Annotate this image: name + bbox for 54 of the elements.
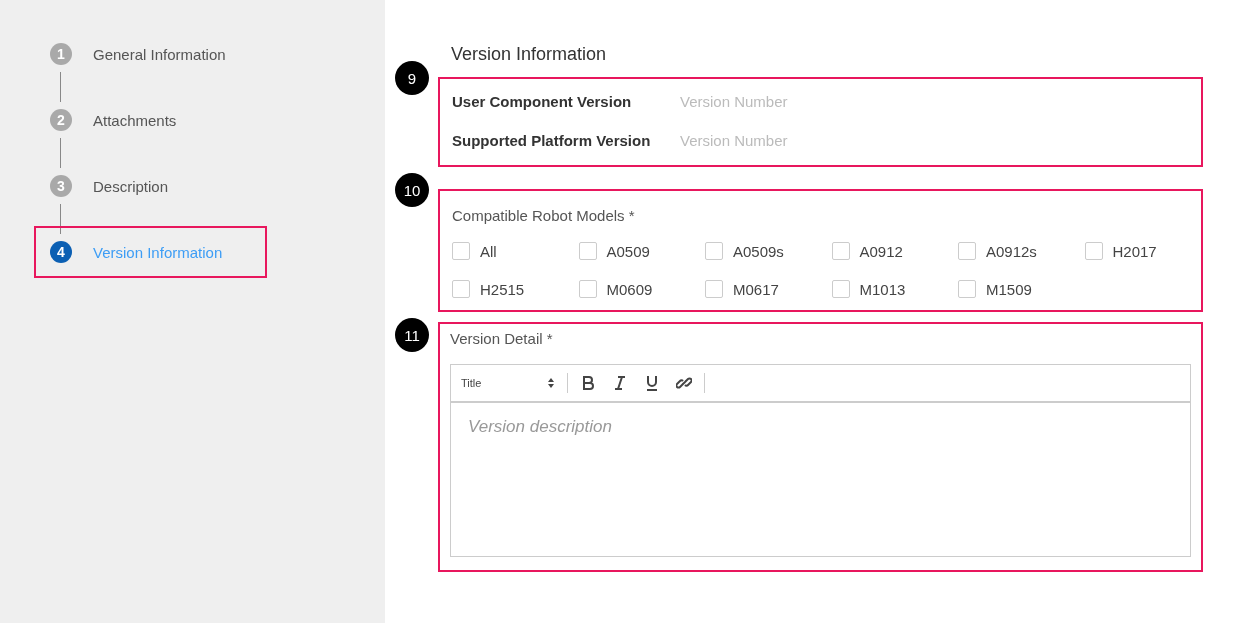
checkbox-label: A0912 xyxy=(859,242,903,260)
underline-icon[interactable] xyxy=(644,375,660,391)
checkbox-label: A0912s xyxy=(986,242,1037,260)
step-connector xyxy=(60,204,61,234)
step-label: Description xyxy=(93,177,169,195)
step-connector xyxy=(60,72,61,102)
checkbox[interactable] xyxy=(452,242,470,260)
group-label: Compatible Robot Models * xyxy=(452,207,636,224)
checkbox-label: M1013 xyxy=(859,280,906,298)
rich-text-editor[interactable]: Title Version description xyxy=(450,364,1191,557)
step-label: Version Information xyxy=(93,243,223,261)
step-number: 4 xyxy=(50,241,72,263)
up-down-arrows-icon xyxy=(547,377,555,389)
step-item[interactable]: 4 Version Information xyxy=(34,226,267,278)
checkbox[interactable] xyxy=(1084,242,1103,260)
checkbox-label: All xyxy=(480,242,497,260)
step-item[interactable]: 3 Description xyxy=(34,168,267,204)
step-connector xyxy=(60,138,61,168)
callout-marker: 9 xyxy=(395,61,429,95)
field-label: User Component Version xyxy=(452,93,633,110)
checkbox[interactable] xyxy=(705,242,723,260)
step-label: Attachments xyxy=(93,111,177,129)
checkbox-label: M1509 xyxy=(986,280,1032,298)
step-number: 3 xyxy=(50,175,72,197)
step-label: General Information xyxy=(93,45,226,63)
field-label: Supported Platform Version xyxy=(452,132,652,149)
checkbox-label: M0617 xyxy=(733,280,779,298)
field-label: Version Detail * xyxy=(450,330,554,347)
bold-icon[interactable] xyxy=(580,375,596,391)
checkbox[interactable] xyxy=(958,242,976,260)
checkbox-label: A0509 xyxy=(606,242,650,260)
format-dropdown[interactable]: Title xyxy=(461,377,555,389)
callout-marker: 10 xyxy=(395,173,429,207)
checkbox[interactable] xyxy=(705,280,723,298)
checkbox-label: M0609 xyxy=(606,280,653,298)
input-field[interactable]: Version Number xyxy=(680,93,980,110)
checkbox-label: A0509s xyxy=(733,242,784,260)
step-item[interactable]: 1 General Information xyxy=(34,36,267,72)
checkbox[interactable] xyxy=(831,242,850,260)
section-heading: Version Information xyxy=(451,44,608,65)
checkbox[interactable] xyxy=(578,242,597,260)
checkbox-label: H2017 xyxy=(1112,242,1157,260)
callout-marker: 11 xyxy=(395,318,429,352)
step-number: 2 xyxy=(50,109,72,131)
italic-icon[interactable] xyxy=(612,375,628,391)
checkbox[interactable] xyxy=(958,280,976,298)
link-icon[interactable] xyxy=(676,375,692,391)
checkbox[interactable] xyxy=(831,280,850,298)
checkbox[interactable] xyxy=(452,280,470,298)
step-number: 1 xyxy=(50,43,72,65)
step-item[interactable]: 2 Attachments xyxy=(34,102,267,138)
checkbox-label: H2515 xyxy=(480,280,525,298)
input-field[interactable]: Version Number xyxy=(680,132,980,149)
checkbox[interactable] xyxy=(578,280,597,298)
